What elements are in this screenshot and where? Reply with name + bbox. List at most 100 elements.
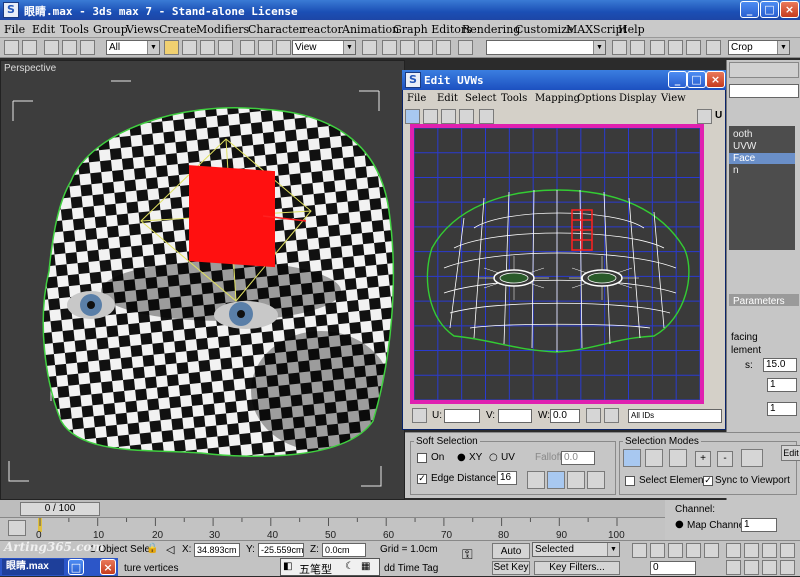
falloff-slow-icon[interactable] (567, 471, 585, 489)
taskbar-item[interactable]: 眼睛.max (2, 559, 64, 575)
pan-icon[interactable] (726, 560, 741, 575)
uvw-title-bar[interactable]: S Edit UVWs _ □ × (402, 70, 726, 90)
maximize-viewport-icon[interactable] (780, 560, 795, 575)
stack-item[interactable]: n (733, 165, 739, 176)
object-name-field[interactable] (729, 84, 799, 98)
set-key-button[interactable]: Set Key (492, 561, 530, 575)
mirror-icon[interactable] (612, 40, 627, 55)
menu-character[interactable]: Character (248, 23, 304, 36)
ime-label[interactable]: 五笔型 (299, 561, 332, 577)
go-to-end-icon[interactable] (704, 543, 719, 558)
edge-distance-checkbox[interactable]: ✓ (417, 474, 427, 484)
move-icon[interactable] (405, 109, 420, 124)
scale-icon[interactable] (276, 40, 291, 55)
menu-animation[interactable]: Animation (342, 23, 399, 36)
field-of-view-icon[interactable] (762, 560, 777, 575)
uvw-maximize-button[interactable]: □ (687, 71, 706, 88)
ime-keyboard-icon[interactable]: ▦ (361, 561, 370, 572)
key-icon[interactable]: ⚿ (462, 547, 473, 563)
maximize-button[interactable]: □ (760, 1, 779, 18)
redo-icon[interactable] (22, 40, 37, 55)
absolute-mode-icon[interactable] (412, 408, 427, 423)
reference-coordinate-dropdown[interactable]: View ▼ (292, 40, 356, 55)
uv-canvas[interactable] (410, 124, 704, 404)
zoom-icon[interactable] (726, 543, 741, 558)
unlink-icon[interactable] (62, 40, 77, 55)
menu-graph-editors[interactable]: Graph Editors (393, 23, 472, 36)
previous-frame-icon[interactable] (650, 543, 665, 558)
s-value-field[interactable]: 15.0 (763, 358, 797, 372)
mirror-icon[interactable] (479, 109, 494, 124)
vertex-mode-icon[interactable] (623, 449, 641, 467)
lock-icon[interactable] (586, 408, 601, 423)
taskbar-close-button[interactable]: × (100, 559, 116, 575)
perspective-viewport[interactable] (0, 60, 405, 500)
spinner-snap-icon[interactable] (436, 40, 451, 55)
percent-snap-icon[interactable] (418, 40, 433, 55)
paint-select-icon[interactable] (741, 449, 763, 467)
window-crossing-icon[interactable] (218, 40, 233, 55)
uvw-menu-select[interactable]: Select (465, 93, 497, 104)
x-coordinate-field[interactable]: 34.893cm (194, 543, 240, 557)
falloff-linear-icon[interactable] (547, 471, 565, 489)
next-frame-icon[interactable] (686, 543, 701, 558)
z-coordinate-field[interactable]: 0.0cm (322, 543, 366, 557)
material-editor-icon[interactable] (668, 40, 683, 55)
falloff-fast-icon[interactable] (587, 471, 605, 489)
zoom-extents-icon[interactable] (762, 543, 777, 558)
align-icon[interactable] (630, 40, 645, 55)
sync-viewport-checkbox[interactable]: ✓ (703, 476, 713, 486)
edge-distance-field[interactable]: 16 (497, 471, 517, 485)
curve-editor-icon[interactable] (650, 40, 665, 55)
viewport-label[interactable]: Perspective (4, 63, 56, 74)
select-element-checkbox[interactable] (625, 476, 635, 486)
rotate-icon[interactable] (258, 40, 273, 55)
quick-render-icon[interactable] (706, 40, 721, 55)
uvw-menu-mapping[interactable]: Mapping (535, 93, 580, 104)
ime-moon-icon[interactable]: ☾ (345, 561, 354, 572)
face-mode-icon[interactable] (669, 449, 687, 467)
undo-icon[interactable] (4, 40, 19, 55)
close-button[interactable]: × (780, 1, 799, 18)
uvw-menu-edit[interactable]: Edit (437, 93, 458, 104)
lock-icon[interactable]: 🔒 (146, 543, 158, 554)
go-to-start-icon[interactable] (632, 543, 647, 558)
texture-dropdown-icon[interactable] (697, 109, 712, 124)
angle-snap-icon[interactable] (400, 40, 415, 55)
minimize-button[interactable]: _ (740, 1, 759, 18)
menu-tools[interactable]: Tools (60, 23, 89, 36)
stack-item-selected[interactable]: Face (729, 153, 795, 164)
menu-create[interactable]: Create (159, 23, 197, 36)
render-type-dropdown[interactable]: Crop ▼ (728, 40, 790, 55)
stack-item[interactable]: ooth (733, 129, 752, 140)
menu-help[interactable]: Help (618, 23, 645, 36)
render-scene-icon[interactable] (686, 40, 701, 55)
menu-reactor[interactable]: reactor (302, 23, 343, 36)
select-by-name-icon[interactable] (182, 40, 197, 55)
falloff-field[interactable]: 0.0 (561, 451, 595, 465)
uvw-minimize-button[interactable]: _ (668, 71, 687, 88)
menu-views[interactable]: Views (126, 23, 159, 36)
menu-customize[interactable]: Customize (515, 23, 573, 36)
map-channel-field[interactable]: 1 (741, 518, 777, 532)
grow-selection-button[interactable]: + (695, 451, 711, 467)
menu-rendering[interactable]: Rendering (462, 23, 520, 36)
map-channel-radio[interactable]: ● (675, 519, 684, 530)
pivot-center-icon[interactable] (362, 40, 377, 55)
uvw-menu-view[interactable]: View (661, 93, 686, 104)
edit-button[interactable]: Edit (781, 445, 800, 461)
modifier-stack[interactable]: ooth UVW Face n (729, 126, 795, 250)
v-field[interactable] (498, 409, 532, 423)
y-coordinate-field[interactable]: -25.559cm (258, 543, 304, 557)
uvw-close-button[interactable]: × (706, 71, 725, 88)
freeform-icon[interactable] (459, 109, 474, 124)
ids-dropdown[interactable]: All IDs (628, 409, 722, 423)
play-icon[interactable] (668, 543, 683, 558)
on-checkbox[interactable] (417, 453, 427, 463)
uvw-menu-display[interactable]: Display (619, 93, 657, 104)
command-tabs[interactable] (729, 62, 799, 78)
stack-item[interactable]: UVW (733, 141, 756, 152)
orbit-icon[interactable] (744, 560, 759, 575)
uvw-menu-tools[interactable]: Tools (501, 93, 527, 104)
zoom-extents-all-icon[interactable] (780, 543, 795, 558)
